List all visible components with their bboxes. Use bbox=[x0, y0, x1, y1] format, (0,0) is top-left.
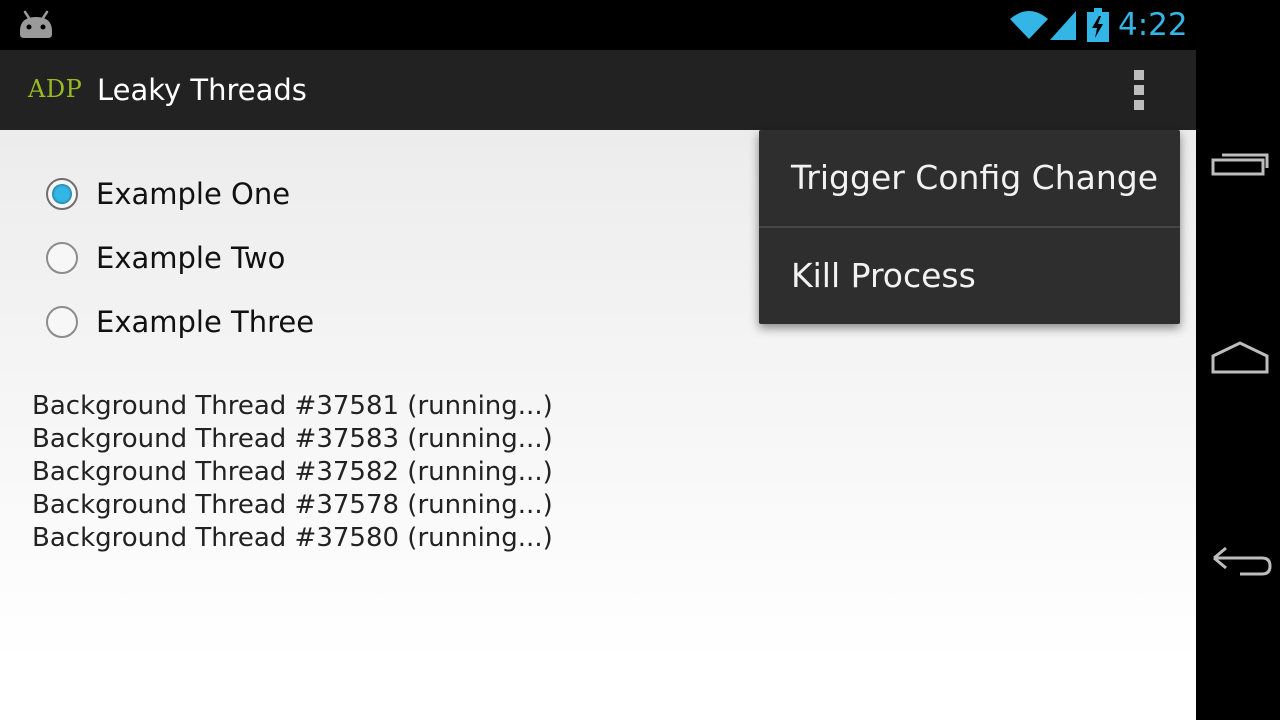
home-icon bbox=[1211, 341, 1269, 374]
list-item: Background Thread #37583 (running...) bbox=[32, 424, 553, 454]
action-bar: ADP Leaky Threads bbox=[0, 50, 1196, 130]
radio-checked-icon[interactable] bbox=[46, 178, 78, 210]
radio-example-three[interactable]: Example Three bbox=[46, 300, 314, 344]
overflow-menu: Trigger Config Change Kill Process bbox=[759, 130, 1180, 324]
radio-label: Example One bbox=[96, 177, 291, 211]
thread-list: Background Thread #37581 (running...) Ba… bbox=[32, 390, 553, 555]
menu-item-label: Kill Process bbox=[791, 256, 976, 295]
status-bar: 4:22 bbox=[0, 0, 1196, 50]
list-item: Background Thread #37580 (running...) bbox=[32, 523, 553, 553]
menu-item-kill-process[interactable]: Kill Process bbox=[759, 228, 1180, 324]
app-title: Leaky Threads bbox=[97, 73, 307, 107]
back-button[interactable] bbox=[1196, 516, 1280, 600]
radio-unchecked-icon[interactable] bbox=[46, 242, 78, 274]
radio-example-one[interactable]: Example One bbox=[46, 172, 290, 216]
menu-item-trigger-config-change[interactable]: Trigger Config Change bbox=[759, 130, 1180, 226]
radio-unchecked-icon[interactable] bbox=[46, 306, 78, 338]
overflow-menu-icon[interactable] bbox=[1124, 68, 1156, 112]
recent-apps-icon bbox=[1211, 153, 1269, 176]
wifi-icon bbox=[1010, 11, 1048, 39]
app-logo[interactable]: ADP bbox=[28, 73, 82, 105]
list-item: Background Thread #37581 (running...) bbox=[32, 391, 553, 421]
list-item: Background Thread #37578 (running...) bbox=[32, 490, 553, 520]
cell-signal-icon bbox=[1050, 11, 1076, 40]
recent-apps-button[interactable] bbox=[1196, 124, 1280, 208]
navigation-bar bbox=[1196, 0, 1280, 720]
android-icon bbox=[20, 10, 52, 38]
list-item: Background Thread #37582 (running...) bbox=[32, 457, 553, 487]
radio-label: Example Two bbox=[96, 241, 286, 275]
back-icon bbox=[1213, 546, 1272, 576]
radio-label: Example Three bbox=[96, 305, 315, 339]
home-button[interactable] bbox=[1196, 318, 1280, 402]
menu-item-label: Trigger Config Change bbox=[791, 158, 1159, 197]
radio-example-two[interactable]: Example Two bbox=[46, 236, 285, 280]
battery-charging-icon bbox=[1087, 8, 1109, 42]
status-time: 4:22 bbox=[1118, 7, 1188, 43]
